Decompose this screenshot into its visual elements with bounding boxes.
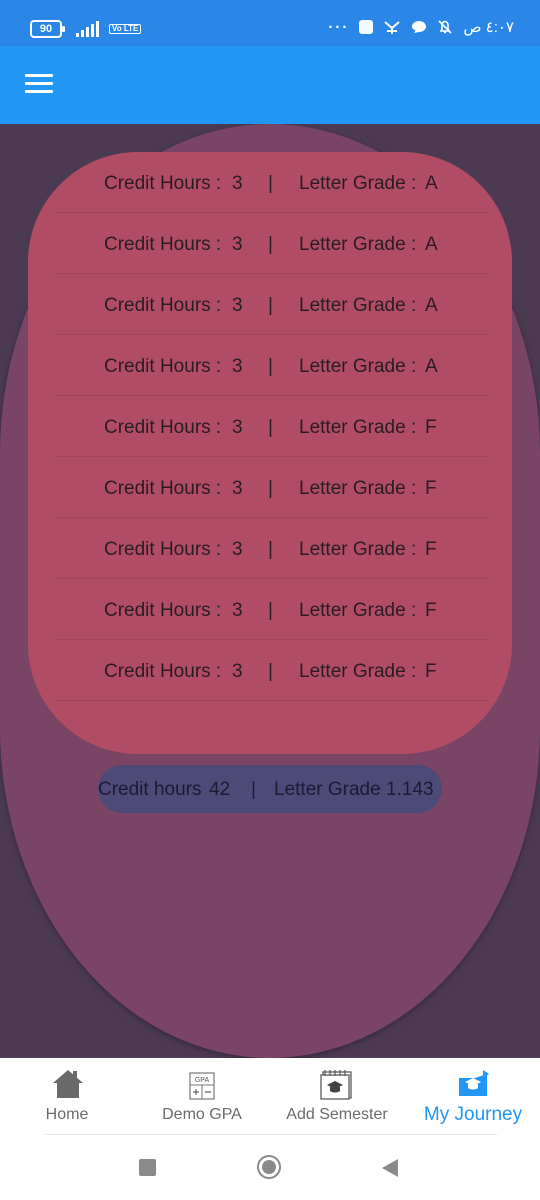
back-icon[interactable] [381, 1158, 399, 1178]
course-row: Credit Hours : 3 | Letter Grade : F [56, 518, 488, 579]
credit-hours-label: Credit Hours : [104, 356, 222, 377]
letter-grade-label: Letter Grade : [299, 295, 417, 316]
course-row: Credit Hours : 3 | Letter Grade : A [56, 335, 488, 396]
row-separator: | [268, 661, 273, 682]
credit-hours-value: 3 [232, 417, 243, 438]
row-separator: | [268, 173, 273, 194]
summary-grade-label: Letter Grade [274, 779, 381, 800]
app-notification-icon [359, 20, 374, 34]
summary-credit-label: Credit hours [98, 779, 202, 800]
letter-grade-value: A [425, 356, 438, 377]
clock-time: ٤:٠٧ ص [463, 19, 514, 36]
row-separator: | [268, 234, 273, 255]
nav-my-journey-label: My Journey [423, 1104, 523, 1125]
gpa-summary-pill: Credit hours 42 | Letter Grade 1.143 [98, 765, 442, 813]
credit-hours-value: 3 [232, 173, 243, 194]
course-row: Credit Hours : 3 | Letter Grade : A [56, 152, 488, 213]
nav-add-semester[interactable]: Add Semester [277, 1058, 397, 1136]
letter-grade-label: Letter Grade : [299, 539, 417, 560]
nav-home-label: Home [45, 1106, 89, 1123]
letter-grade-value: F [425, 600, 437, 621]
summary-grade-value: 1.143 [386, 779, 434, 800]
credit-hours-label: Credit Hours : [104, 600, 222, 621]
volte-badge: Vo LTE [109, 24, 142, 34]
more-notifications-icon: ··· [328, 18, 350, 36]
nav-my-journey[interactable]: My Journey [413, 1058, 533, 1136]
status-bar: 90 Vo LTE ··· ٤:٠٧ ص [0, 0, 540, 46]
row-separator: | [268, 478, 273, 499]
row-separator: | [268, 539, 273, 560]
bottom-navigation: Home GPA Demo GPA Add Semester My Journe [0, 1058, 540, 1136]
course-row: Credit Hours : 3 | Letter Grade : A [56, 274, 488, 335]
home-circle-icon[interactable] [257, 1155, 281, 1179]
letter-grade-label: Letter Grade : [299, 234, 417, 255]
row-separator: | [268, 356, 273, 377]
letter-grade-value: F [425, 417, 437, 438]
credit-hours-label: Credit Hours : [104, 478, 222, 499]
credit-hours-label: Credit Hours : [104, 417, 222, 438]
journey-icon [459, 1070, 489, 1096]
credit-hours-value: 3 [232, 356, 243, 377]
calculator-icon: GPA [189, 1072, 215, 1100]
letter-grade-label: Letter Grade : [299, 478, 417, 499]
credit-hours-value: 3 [232, 661, 243, 682]
credit-hours-label: Credit Hours : [104, 295, 222, 316]
course-row: Credit Hours : 3 | Letter Grade : F [56, 579, 488, 640]
letter-grade-label: Letter Grade : [299, 600, 417, 621]
calculator-icon-text: GPA [195, 1077, 210, 1084]
letter-grade-label: Letter Grade : [299, 661, 417, 682]
signal-icon [76, 21, 99, 37]
battery-level: 90 [39, 23, 53, 35]
course-row: Credit Hours : 3 | Letter Grade : F [56, 640, 488, 701]
nav-divider [45, 1134, 497, 1135]
calendar-graduation-icon [320, 1070, 352, 1100]
nav-demo-gpa-label: Demo GPA [162, 1106, 242, 1123]
home-icon [53, 1070, 83, 1098]
network-share-icon [384, 21, 400, 34]
app-bar [0, 46, 540, 124]
recent-apps-icon[interactable] [139, 1159, 156, 1176]
credit-hours-label: Credit Hours : [104, 173, 222, 194]
row-separator: | [268, 417, 273, 438]
credit-hours-value: 3 [232, 234, 243, 255]
summary-separator: | [251, 779, 256, 800]
credit-hours-value: 3 [232, 478, 243, 499]
alarm-off-icon [438, 20, 452, 34]
nav-add-semester-label: Add Semester [286, 1106, 388, 1123]
letter-grade-label: Letter Grade : [299, 417, 417, 438]
credit-hours-label: Credit Hours : [104, 661, 222, 682]
summary-credit-value: 42 [209, 779, 231, 800]
menu-icon[interactable] [25, 74, 53, 96]
letter-grade-value: F [425, 661, 437, 682]
letter-grade-value: A [425, 234, 438, 255]
chat-bubble-icon [412, 21, 427, 33]
status-left: 90 Vo LTE [30, 20, 142, 38]
course-row: Credit Hours : 3 | Letter Grade : F [56, 396, 488, 457]
credit-hours-value: 3 [232, 600, 243, 621]
nav-demo-gpa[interactable]: GPA Demo GPA [147, 1058, 257, 1136]
course-row: Credit Hours : 3 | Letter Grade : A [56, 213, 488, 274]
credit-hours-value: 3 [232, 295, 243, 316]
system-navigation-bar [0, 1136, 540, 1200]
courses-card: Credit Hours : 3 | Letter Grade : A Cred… [28, 152, 512, 754]
status-right: ··· ٤:٠٧ ص [328, 18, 514, 37]
letter-grade-label: Letter Grade : [299, 356, 417, 377]
letter-grade-value: A [425, 173, 438, 194]
credit-hours-label: Credit Hours : [104, 234, 222, 255]
letter-grade-value: A [425, 295, 438, 316]
letter-grade-value: F [425, 539, 437, 560]
letter-grade-label: Letter Grade : [299, 173, 417, 194]
course-row: Credit Hours : 3 | Letter Grade : F [56, 457, 488, 518]
credit-hours-label: Credit Hours : [104, 539, 222, 560]
battery-icon: 90 [30, 20, 65, 38]
row-separator: | [268, 295, 273, 316]
credit-hours-value: 3 [232, 539, 243, 560]
journey-content: Credit Hours : 3 | Letter Grade : A Cred… [0, 124, 540, 1058]
row-separator: | [268, 600, 273, 621]
nav-home[interactable]: Home [12, 1058, 122, 1136]
letter-grade-value: F [425, 478, 437, 499]
